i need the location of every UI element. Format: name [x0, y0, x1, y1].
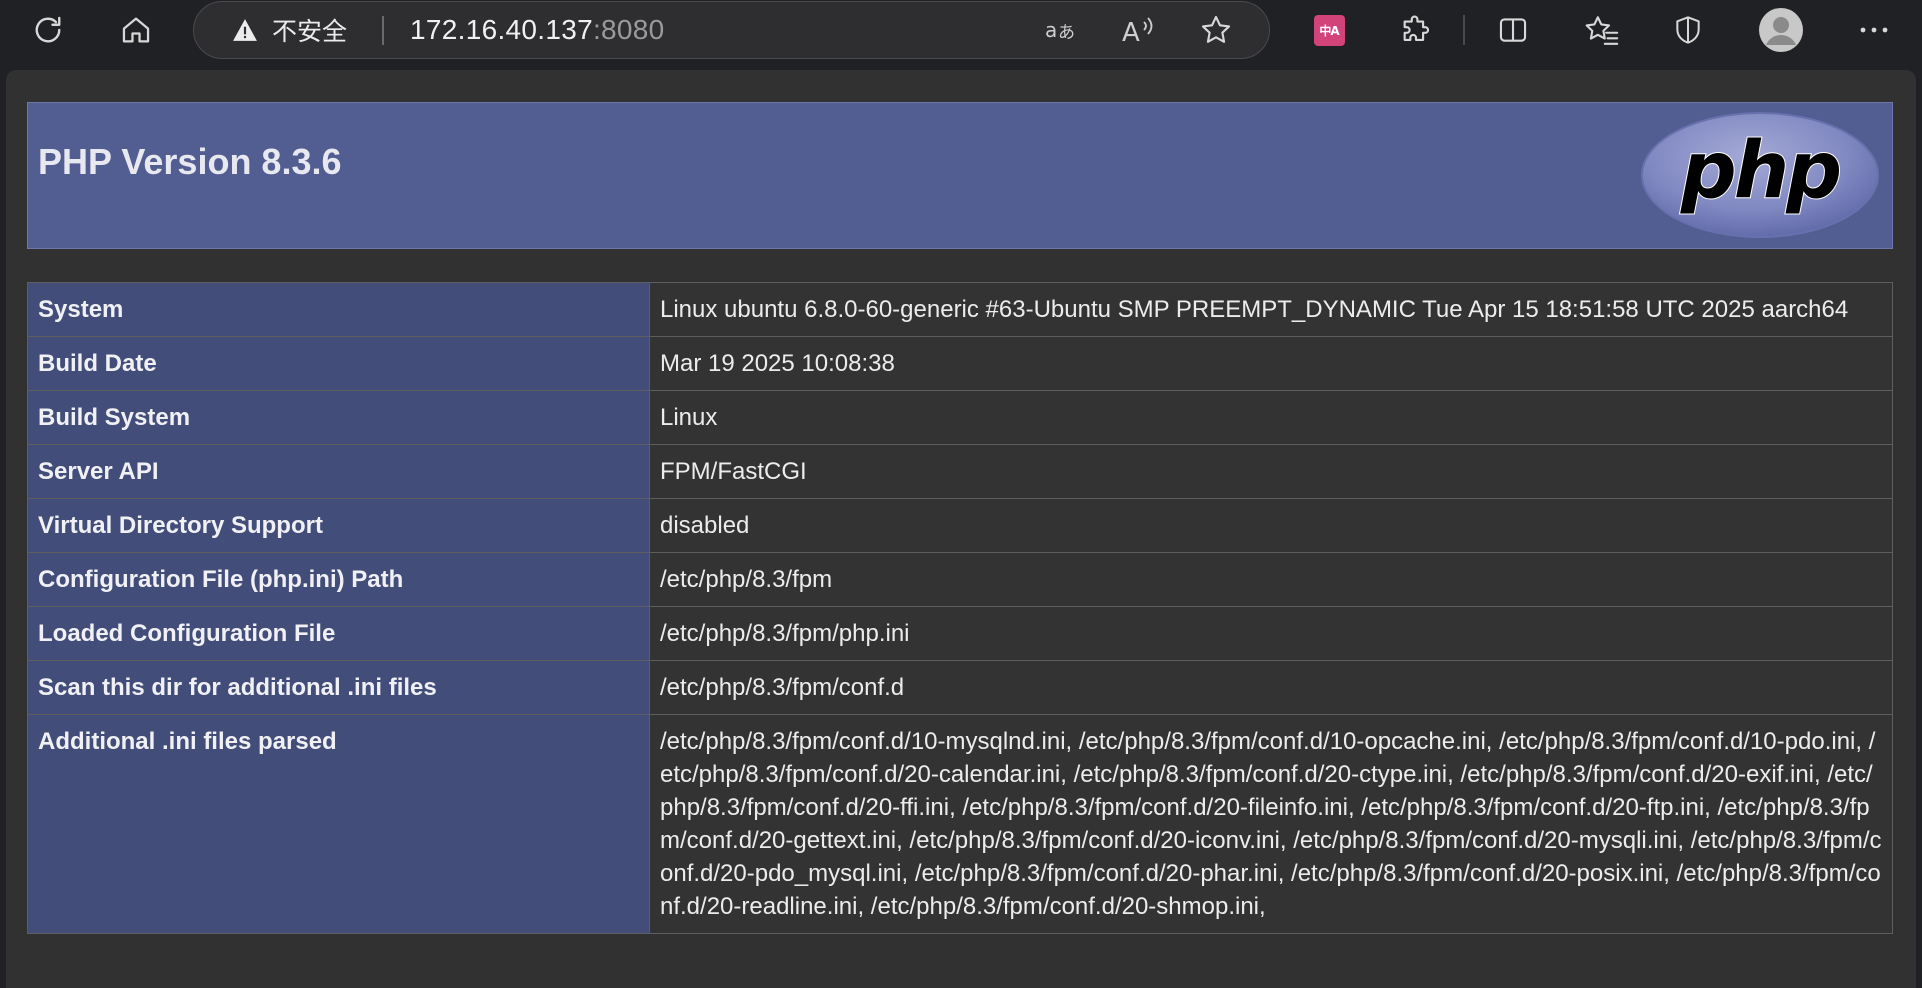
- row-value: /etc/php/8.3/fpm/php.ini: [649, 606, 1893, 661]
- table-row: Virtual Directory Support disabled: [27, 498, 1893, 553]
- row-value: /etc/php/8.3/fpm/conf.d: [649, 660, 1893, 715]
- warning-icon: [232, 18, 258, 42]
- row-value: disabled: [649, 498, 1893, 553]
- page-title: PHP Version 8.3.6: [38, 141, 342, 182]
- favorite-star-icon[interactable]: [1194, 8, 1238, 52]
- row-key: Scan this dir for additional .ini files: [27, 660, 650, 715]
- address-bar[interactable]: 不安全 172.16.40.137:8080 a あ A: [193, 1, 1270, 59]
- split-screen-icon[interactable]: [1491, 8, 1535, 52]
- profile-avatar-icon[interactable]: [1757, 6, 1805, 54]
- row-value: Linux: [649, 390, 1893, 445]
- table-row: Server API FPM/FastCGI: [27, 444, 1893, 499]
- address-divider: [382, 16, 384, 45]
- row-value: Linux ubuntu 6.8.0-60-generic #63-Ubuntu…: [649, 282, 1893, 337]
- translator-badge: 中A: [1313, 14, 1345, 46]
- php-logo-icon[interactable]: php: [1640, 111, 1880, 239]
- row-key: Virtual Directory Support: [27, 498, 650, 553]
- row-value: FPM/FastCGI: [649, 444, 1893, 499]
- browser-toolbar: 不安全 172.16.40.137:8080 a あ A 中A: [0, 0, 1922, 62]
- translator-extension-icon[interactable]: 中A: [1308, 9, 1350, 51]
- row-value: Mar 19 2025 10:08:38: [649, 336, 1893, 391]
- table-row: Loaded Configuration File/etc/php/8.3/fp…: [27, 606, 1893, 661]
- translator-badge-text: 中A: [1319, 23, 1339, 38]
- security-label: 不安全: [272, 17, 348, 46]
- phpinfo-header: PHP Version 8.3.6 php: [27, 102, 1893, 249]
- table-row: Scan this dir for additional .ini files /…: [27, 660, 1893, 715]
- favorites-icon[interactable]: [1580, 8, 1624, 52]
- row-key: Server API: [27, 444, 650, 499]
- url-text[interactable]: 172.16.40.137:8080: [410, 2, 665, 58]
- extensions-icon[interactable]: [1394, 8, 1438, 52]
- row-key: Loaded Configuration File: [27, 606, 650, 661]
- svg-text:あ: あ: [1058, 23, 1075, 43]
- row-value: /etc/php/8.3/fpm/conf.d/10-mysqlnd.ini, …: [649, 714, 1893, 934]
- more-icon[interactable]: [1852, 8, 1896, 52]
- table-row: Additional .ini files parsed/etc/php/8.3…: [27, 714, 1893, 934]
- row-key: Configuration File (php.ini) Path: [27, 552, 650, 607]
- toolbar-separator: [1463, 15, 1465, 45]
- info-table: System Linux ubuntu 6.8.0-60-generic #63-…: [27, 282, 1893, 934]
- refresh-icon[interactable]: [22, 8, 74, 52]
- read-aloud-icon[interactable]: A: [1116, 8, 1160, 52]
- home-icon[interactable]: [110, 8, 162, 52]
- svg-text:A: A: [1122, 18, 1140, 46]
- table-row: Build Date Mar 19 2025 10:08:38: [27, 336, 1893, 391]
- row-key: System: [27, 282, 650, 337]
- browser-essentials-icon[interactable]: [1666, 8, 1710, 52]
- translate-icon[interactable]: a あ: [1039, 8, 1083, 52]
- row-key: Additional .ini files parsed: [27, 714, 650, 934]
- php-logo-text: php: [1680, 126, 1839, 216]
- row-value: /etc/php/8.3/fpm: [649, 552, 1893, 607]
- url-host: 172.16.40.137: [410, 14, 593, 45]
- url-port: :8080: [592, 14, 665, 45]
- table-row: Configuration File (php.ini) Path/etc/ph…: [27, 552, 1893, 607]
- row-key: Build Date: [27, 336, 650, 391]
- table-row: System Linux ubuntu 6.8.0-60-generic #63-…: [27, 282, 1893, 337]
- table-row: Build System Linux: [27, 390, 1893, 445]
- row-key: Build System: [27, 390, 650, 445]
- security-indicator[interactable]: 不安全: [232, 2, 347, 58]
- page-viewport: PHP Version 8.3.6 php System Linux ubuntu…: [6, 70, 1916, 988]
- svg-text:a: a: [1045, 18, 1057, 42]
